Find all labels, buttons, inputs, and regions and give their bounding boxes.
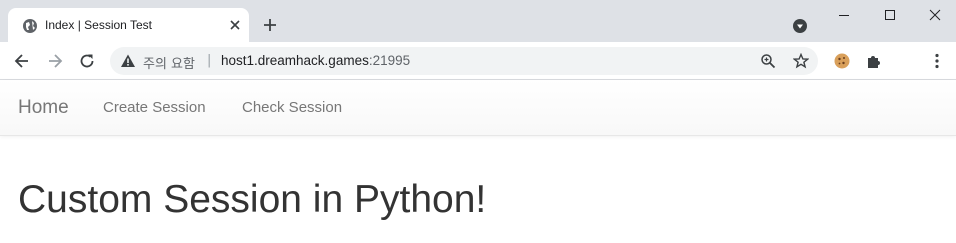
page-heading: Custom Session in Python! bbox=[18, 178, 487, 221]
new-tab-icon[interactable] bbox=[262, 17, 278, 33]
browser-toolbar: 주의 요함 | host1.dreamhack.games:21995 bbox=[0, 42, 956, 80]
forward-arrow-icon[interactable] bbox=[45, 51, 65, 71]
back-arrow-icon[interactable] bbox=[12, 51, 32, 71]
tab-strip: Index | Session Test bbox=[0, 0, 956, 42]
nav-create-session-link[interactable]: Create Session bbox=[103, 99, 206, 116]
minimize-icon[interactable] bbox=[835, 6, 853, 24]
maximize-icon[interactable] bbox=[881, 6, 899, 24]
url-text[interactable]: host1.dreamhack.games:21995 bbox=[221, 53, 410, 68]
nav-home-link[interactable]: Home bbox=[18, 97, 69, 119]
window-close-icon[interactable] bbox=[926, 6, 944, 24]
security-status[interactable]: 주의 요함 bbox=[143, 53, 195, 72]
cookie-extension-icon[interactable] bbox=[832, 51, 852, 71]
reload-icon[interactable] bbox=[77, 51, 97, 71]
url-separator: | bbox=[207, 53, 212, 68]
warning-icon[interactable] bbox=[120, 53, 136, 69]
site-navbar: Home Create Session Check Session bbox=[0, 80, 956, 136]
zoom-icon[interactable] bbox=[760, 53, 776, 69]
address-bar[interactable]: 주의 요함 | host1.dreamhack.games:21995 bbox=[110, 47, 818, 75]
tab-title: Index | Session Test bbox=[45, 18, 152, 32]
globe-icon bbox=[23, 19, 37, 33]
nav-check-session-link[interactable]: Check Session bbox=[242, 99, 342, 116]
puzzle-extensions-icon[interactable] bbox=[864, 51, 884, 71]
url-port: :21995 bbox=[368, 53, 411, 68]
close-icon[interactable] bbox=[227, 17, 243, 33]
star-icon[interactable] bbox=[793, 53, 809, 69]
menu-kebab-icon[interactable] bbox=[927, 51, 947, 71]
url-host: host1.dreamhack.games bbox=[221, 53, 369, 68]
browser-tab[interactable]: Index | Session Test bbox=[8, 8, 249, 42]
tab-search-icon[interactable] bbox=[792, 18, 808, 34]
